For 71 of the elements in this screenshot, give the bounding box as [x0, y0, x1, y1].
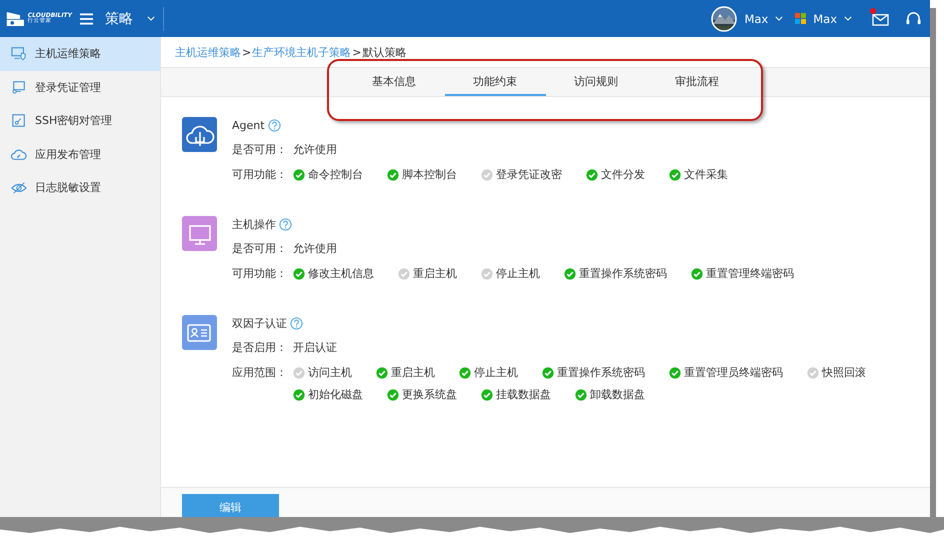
section-title: Agent: [232, 118, 265, 132]
tenant-menu[interactable]: Max: [795, 12, 852, 26]
user-menu[interactable]: Max: [711, 6, 784, 32]
field-label: 可用功能：: [232, 167, 287, 183]
feature-label: 重置管理员终端密码: [684, 365, 783, 381]
sidebar-item[interactable]: 主机运维策略: [0, 37, 160, 70]
cloud-wrench-icon: [11, 146, 27, 162]
feature-label: 文件分发: [601, 167, 645, 183]
field-label: 是否启用：: [232, 340, 287, 356]
chevron-down-icon: [844, 16, 852, 21]
monitor-shield-icon: [11, 46, 27, 62]
feature-label: 重启主机: [390, 365, 435, 381]
field-label: 应用范围：: [232, 365, 287, 381]
help-icon: [290, 316, 303, 330]
breadcrumb-separator: >: [352, 46, 362, 58]
help-icon: [279, 218, 292, 230]
feature-label: 停止主机: [474, 365, 518, 381]
monitor-key-icon: [11, 80, 27, 95]
menu-icon: [80, 12, 93, 24]
breadcrumb-link[interactable]: 主机运维策略: [175, 44, 241, 60]
breadcrumb-separator: >: [242, 46, 252, 58]
headset-icon: [905, 11, 922, 26]
help-icon: [268, 118, 281, 132]
breadcrumb-current: 默认策略: [362, 44, 406, 60]
tab[interactable]: 基本信息: [344, 68, 444, 96]
tab[interactable]: 审批流程: [646, 68, 748, 96]
feature-label: 访问主机: [308, 365, 352, 381]
eye-icon: [11, 180, 27, 196]
feature-label: 重启主机: [413, 266, 457, 282]
menu-button[interactable]: [80, 12, 93, 24]
mail-button[interactable]: [872, 11, 889, 26]
sidebar-item[interactable]: 登录凭证管理: [0, 70, 160, 104]
sidebar-item[interactable]: SSH密钥对管理: [0, 104, 160, 138]
feature-label: 挂载数据盘: [496, 387, 551, 403]
section-title: 双因子认证: [232, 316, 287, 330]
feature-label: 登录凭证改密: [496, 167, 562, 183]
help-button[interactable]: [268, 118, 281, 132]
chevron-down-icon: [775, 16, 784, 21]
field-label: 是否可用：: [232, 142, 287, 158]
section-dropdown[interactable]: 策略: [105, 10, 155, 28]
mail-icon: [872, 11, 889, 26]
field-label: 可用功能：: [232, 266, 287, 282]
feature-label: 修改主机信息: [308, 266, 374, 282]
field-label: 是否可用：: [232, 241, 287, 257]
section-title: 主机操作: [232, 216, 276, 232]
logo-icon: [6, 10, 25, 28]
tab[interactable]: 功能约束: [444, 68, 546, 96]
sidebar-item[interactable]: 应用发布管理: [0, 138, 160, 171]
feature-label: 停止主机: [496, 266, 540, 282]
feature-label: 卸载数据盘: [590, 387, 645, 403]
help-button[interactable]: [290, 316, 303, 330]
feature-label: 重置操作系统密码: [579, 266, 667, 282]
feature-label: 重置管理终端密码: [706, 266, 794, 282]
feature-label: 更换系统盘: [402, 387, 457, 403]
feature-label: 快照回滚: [822, 365, 866, 381]
feature-label: 脚本控制台: [402, 167, 457, 183]
help-button[interactable]: [279, 218, 292, 230]
feature-label: 命令控制台: [308, 167, 363, 183]
feature-label: 重置操作系统密码: [556, 365, 645, 381]
support-button[interactable]: [905, 11, 922, 26]
section-title: 策略: [105, 10, 133, 28]
field-value: 允许使用: [293, 142, 337, 158]
sidebar-item[interactable]: 日志脱敏设置: [0, 171, 160, 204]
tab[interactable]: 访问规则: [546, 68, 646, 96]
key-icon: [11, 113, 27, 128]
feature-label: 文件采集: [684, 167, 728, 183]
field-value: 开启认证: [292, 340, 337, 356]
feature-label: 初始化磁盘: [308, 387, 363, 403]
chevron-down-icon: [147, 16, 155, 21]
grid-logo-icon: [795, 13, 806, 24]
field-value: 允许使用: [293, 241, 337, 257]
